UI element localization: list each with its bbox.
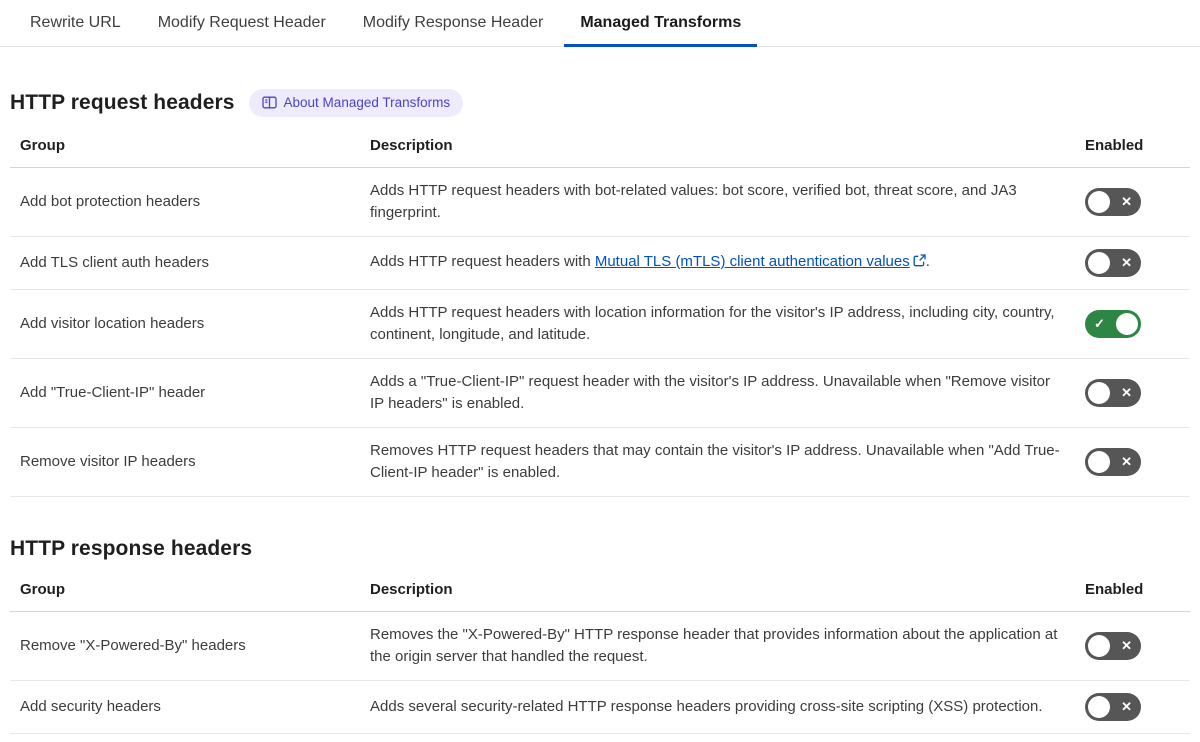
tab-bar: Rewrite URL Modify Request Header Modify… xyxy=(0,0,1200,47)
open-book-icon xyxy=(261,96,277,109)
about-managed-transforms-label: About Managed Transforms xyxy=(283,95,451,110)
table-row: Add "True-Client-IP" header Adds a "True… xyxy=(10,358,1190,428)
group-cell: Add bot protection headers xyxy=(10,167,360,237)
tab-label: Modify Request Header xyxy=(157,14,326,31)
table-row: Remove "X-Powered-By" headers Removes th… xyxy=(10,611,1190,681)
toggle-add-bot-protection-headers[interactable]: ✕ xyxy=(1085,187,1141,216)
group-cell: Add TLS client auth headers xyxy=(10,236,360,290)
description-cell: Adds a "True-Client-IP" request header w… xyxy=(360,358,1075,428)
table-row: Add security headers Adds several securi… xyxy=(10,680,1190,734)
table-header-row: Group Description Enabled xyxy=(10,126,1190,168)
column-header-group: Group xyxy=(10,570,360,612)
group-cell: Add visitor location headers xyxy=(10,289,360,359)
table-row: Remove visitor IP headers Removes HTTP r… xyxy=(10,427,1190,497)
group-cell: Remove visitor IP headers xyxy=(10,427,360,497)
table-header-row: Group Description Enabled xyxy=(10,570,1190,612)
toggle-knob xyxy=(1088,190,1110,213)
toggle-state-icon: ✕ xyxy=(1121,254,1132,270)
table-row: Add visitor location headers Adds HTTP r… xyxy=(10,289,1190,359)
toggle-knob xyxy=(1088,381,1110,404)
group-cell: Add security headers xyxy=(10,680,360,734)
response-headers-title: HTTP response headers xyxy=(10,536,253,560)
toggle-state-icon: ✕ xyxy=(1121,193,1132,209)
toggle-knob xyxy=(1088,450,1110,473)
description-cell: Adds HTTP request headers with bot-relat… xyxy=(360,167,1075,237)
response-headers-table: Group Description Enabled Remove "X-Powe… xyxy=(10,570,1190,734)
toggle-remove-x-powered-by-headers[interactable]: ✕ xyxy=(1085,631,1141,660)
enabled-cell: ✕ xyxy=(1075,680,1190,734)
toggle-add-visitor-location-headers[interactable]: ✓ xyxy=(1085,309,1141,338)
toggle-state-icon: ✕ xyxy=(1121,453,1132,469)
mtls-values-link[interactable]: Mutual TLS (mTLS) client authentication … xyxy=(595,253,910,270)
tab-label: Modify Response Header xyxy=(362,14,544,31)
about-managed-transforms-link[interactable]: About Managed Transforms xyxy=(248,89,464,117)
request-headers-title: HTTP request headers xyxy=(10,90,235,114)
toggle-state-icon: ✕ xyxy=(1121,637,1132,653)
request-headers-table: Group Description Enabled Add bot protec… xyxy=(10,126,1190,497)
toggle-knob xyxy=(1088,251,1110,274)
toggle-knob xyxy=(1088,695,1110,718)
response-headers-section-header: HTTP response headers xyxy=(10,537,1190,561)
group-cell: Remove "X-Powered-By" headers xyxy=(10,611,360,681)
toggle-state-icon: ✕ xyxy=(1121,698,1132,714)
description-cell: Adds several security-related HTTP respo… xyxy=(360,680,1075,734)
external-link-icon xyxy=(913,252,926,274)
toggle-knob xyxy=(1116,312,1138,335)
description-cell: Removes the "X-Powered-By" HTTP response… xyxy=(360,611,1075,681)
enabled-cell: ✕ xyxy=(1075,236,1190,290)
group-cell: Add "True-Client-IP" header xyxy=(10,358,360,428)
enabled-cell: ✓ xyxy=(1075,289,1190,359)
enabled-cell: ✕ xyxy=(1075,611,1190,681)
tab-modify-response-header[interactable]: Modify Response Header xyxy=(347,0,560,46)
tab-modify-request-header[interactable]: Modify Request Header xyxy=(142,0,342,46)
column-header-description: Description xyxy=(360,126,1075,168)
tab-label: Managed Transforms xyxy=(580,14,742,31)
description-cell: Adds HTTP request headers with Mutual TL… xyxy=(360,236,1075,290)
description-cell: Removes HTTP request headers that may co… xyxy=(360,427,1075,497)
toggle-add-tls-client-auth-headers[interactable]: ✕ xyxy=(1085,248,1141,277)
description-cell: Adds HTTP request headers with location … xyxy=(360,289,1075,359)
table-row: Add TLS client auth headers Adds HTTP re… xyxy=(10,236,1190,290)
toggle-remove-visitor-ip-headers[interactable]: ✕ xyxy=(1085,447,1141,476)
column-header-enabled: Enabled xyxy=(1075,570,1190,612)
toggle-state-icon: ✕ xyxy=(1121,384,1132,400)
toggle-state-icon: ✓ xyxy=(1094,315,1105,331)
column-header-enabled: Enabled xyxy=(1075,126,1190,168)
enabled-cell: ✕ xyxy=(1075,167,1190,237)
tab-managed-transforms[interactable]: Managed Transforms xyxy=(564,0,758,47)
tab-rewrite-url[interactable]: Rewrite URL xyxy=(14,0,137,46)
toggle-add-true-client-ip-header[interactable]: ✕ xyxy=(1085,378,1141,407)
enabled-cell: ✕ xyxy=(1075,427,1190,497)
toggle-add-security-headers[interactable]: ✕ xyxy=(1085,692,1141,721)
column-header-group: Group xyxy=(10,126,360,168)
table-row: Add bot protection headers Adds HTTP req… xyxy=(10,167,1190,237)
tab-label: Rewrite URL xyxy=(30,14,121,31)
column-header-description: Description xyxy=(360,570,1075,612)
toggle-knob xyxy=(1088,634,1110,657)
enabled-cell: ✕ xyxy=(1075,358,1190,428)
request-headers-section-header: HTTP request headers About Managed Trans… xyxy=(10,89,1190,117)
